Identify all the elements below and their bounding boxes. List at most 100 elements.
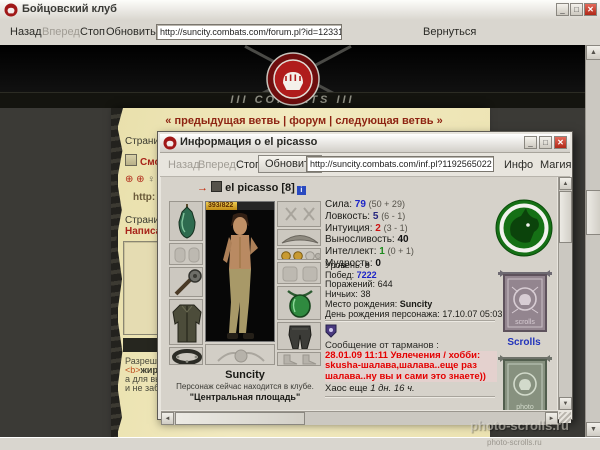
- close-button[interactable]: ✕: [584, 3, 597, 16]
- divider: [325, 320, 495, 322]
- maximize-button[interactable]: □: [570, 3, 583, 16]
- popup-scroll-down-button[interactable]: ▼: [559, 397, 572, 410]
- popup-back-button[interactable]: Назад: [168, 159, 200, 171]
- slot-bracers-empty[interactable]: [277, 262, 321, 284]
- app-fist-icon: [4, 3, 18, 17]
- info-link[interactable]: Инфо: [504, 159, 533, 171]
- character-status-icon[interactable]: [211, 181, 222, 192]
- popup-address-bar[interactable]: http://suncity.combats.com/inf.pl?119256…: [306, 156, 494, 172]
- svg-text:photo: photo: [516, 404, 534, 410]
- scrolls-banner-icon[interactable]: scrolls: [498, 269, 552, 335]
- popup-scroll-thumb[interactable]: [559, 191, 572, 243]
- crossed-daggers-ghost-icon: [278, 202, 321, 227]
- address-bar[interactable]: http://suncity.combats.com/forum.pl?id=1…: [156, 24, 342, 40]
- popup-close-button[interactable]: ✕: [554, 136, 567, 149]
- arrow-icon: →: [197, 182, 208, 194]
- scroll-thumb[interactable]: [586, 190, 600, 235]
- combats-banner: III COMBATS III: [0, 45, 585, 108]
- minimize-button[interactable]: _: [556, 3, 569, 16]
- stat-row: Выносливость: 40: [325, 234, 414, 246]
- mace-icon: [170, 268, 203, 297]
- divider: [325, 396, 495, 398]
- window-titlebar: Бойцовский клуб _ □ ✕: [0, 0, 600, 21]
- refresh-button[interactable]: Обновить: [106, 26, 156, 38]
- slot-rings[interactable]: [277, 248, 321, 260]
- location-line: Персонаж сейчас находится в клубе.: [163, 382, 327, 391]
- laurel-emblem-icon: [206, 345, 275, 365]
- hp-value: 393/822: [208, 202, 233, 210]
- clan-goat-logo[interactable]: [495, 199, 553, 257]
- slot-armor-jacket[interactable]: [169, 299, 203, 345]
- back-button[interactable]: Назад: [10, 26, 42, 38]
- popup-maximize-button[interactable]: □: [539, 136, 552, 149]
- character-level: [8]: [281, 182, 294, 194]
- slot-shoulders[interactable]: [277, 229, 321, 246]
- popup-scrollbar-vertical[interactable]: ▲ ▼: [558, 177, 572, 410]
- svg-text:scrolls: scrolls: [515, 319, 535, 326]
- record-block: Уровень: 8 Побед: 7222 Поражений: 644 Ни…: [325, 261, 502, 319]
- slot-gloves-empty[interactable]: [169, 243, 203, 265]
- scroll-down-button[interactable]: ▼: [586, 422, 600, 437]
- order-icon: ⊕: [125, 174, 133, 185]
- link-fragment[interactable]: http:: [133, 192, 155, 203]
- browser-toolbar: Назад Вперед Стоп Обновить http://suncit…: [0, 20, 600, 46]
- slot-boots-empty[interactable]: [277, 352, 321, 366]
- stat-row: Интеллект: 1 (0 + 1): [325, 246, 414, 258]
- watermark-small: photo-scrolls.ru: [487, 438, 542, 447]
- stop-button[interactable]: Стоп: [80, 26, 105, 38]
- character-figure: [206, 210, 274, 341]
- slot-pants[interactable]: [277, 322, 321, 350]
- forward-button[interactable]: Вперед: [42, 26, 80, 38]
- breadcrumb[interactable]: « предыдущая ветвь | форум | следующая в…: [118, 115, 490, 127]
- boots-ghost-icon: [278, 353, 321, 366]
- location-club-link[interactable]: "Центральная площадь": [163, 392, 327, 402]
- main-scrollbar[interactable]: ▲ ▼: [585, 45, 600, 437]
- slot-belt[interactable]: [169, 347, 203, 365]
- jacket-icon: [170, 300, 203, 345]
- scrolls-link[interactable]: Scrolls: [495, 337, 553, 348]
- character-portrait: 393/822: [205, 201, 275, 342]
- tarman-message: 28.01.09 11:11 Увлечения / хобби: skusha…: [325, 351, 497, 382]
- stat-row: Интуиция: 2 (3 - 1): [325, 223, 414, 235]
- popup-hscroll-thumb[interactable]: [175, 412, 305, 425]
- magic-link[interactable]: Магия: [540, 159, 572, 171]
- popup-scroll-left-button[interactable]: ◄: [161, 412, 174, 425]
- slot-amulet[interactable]: [169, 201, 203, 241]
- bracers-ghost-icon: [278, 263, 321, 284]
- popup-scroll-up-button[interactable]: ▲: [559, 177, 572, 190]
- watermark: photo-scrolls.ru: [470, 418, 569, 433]
- chaos-status: Хаос еще 1 дн. 16 ч.: [325, 383, 415, 394]
- popup-title: Информация о el picasso: [180, 136, 317, 148]
- order-icon: ⊕: [136, 174, 144, 185]
- popup-minimize-button[interactable]: _: [524, 136, 537, 149]
- popup-forward-button[interactable]: Вперед: [198, 159, 236, 171]
- slot-clan-emblem-empty[interactable]: [205, 344, 275, 365]
- location-title: Suncity: [169, 369, 321, 381]
- photo-banner-icon[interactable]: photo: [498, 354, 552, 410]
- wins-link[interactable]: 7222: [357, 270, 377, 280]
- scroll-up-button[interactable]: ▲: [586, 45, 600, 60]
- gloves-ghost-icon: [170, 244, 203, 265]
- slot-weapon-mace[interactable]: [169, 267, 203, 297]
- return-link[interactable]: Вернуться: [423, 26, 476, 38]
- view-icon: [125, 154, 137, 166]
- browser-window: Бойцовский клуб _ □ ✕ Назад Вперед Стоп …: [0, 0, 600, 450]
- slot-necklace[interactable]: [277, 286, 321, 320]
- stat-row: Ловкость: 5 (6 - 1): [325, 211, 414, 223]
- necklace-icon: [278, 287, 321, 320]
- record-row: День рождения персонажа: 17.10.07 05:03: [325, 310, 502, 320]
- info-icon[interactable]: i: [297, 186, 306, 195]
- slot-weapon-empty[interactable]: [277, 201, 321, 227]
- character-info-window: Информация о el picasso _ □ ✕ Назад Впер…: [157, 131, 573, 420]
- belt-icon: [170, 348, 203, 365]
- popup-titlebar: Информация о el picasso _ □ ✕: [160, 134, 570, 153]
- fist-logo-icon: [266, 52, 320, 106]
- stat-row: Сила: 79 (50 + 29): [325, 199, 414, 211]
- character-name-row: → el picasso [8]i: [197, 181, 306, 195]
- gender-icon: ♀: [147, 174, 155, 185]
- pants-icon: [278, 323, 321, 350]
- achievement-badge-icon[interactable]: [325, 324, 337, 338]
- winged-emblem-icon: [278, 230, 321, 246]
- torn-edge-decoration: [111, 108, 123, 437]
- member-icons: ⊕ ⊕ ♀: [125, 174, 155, 185]
